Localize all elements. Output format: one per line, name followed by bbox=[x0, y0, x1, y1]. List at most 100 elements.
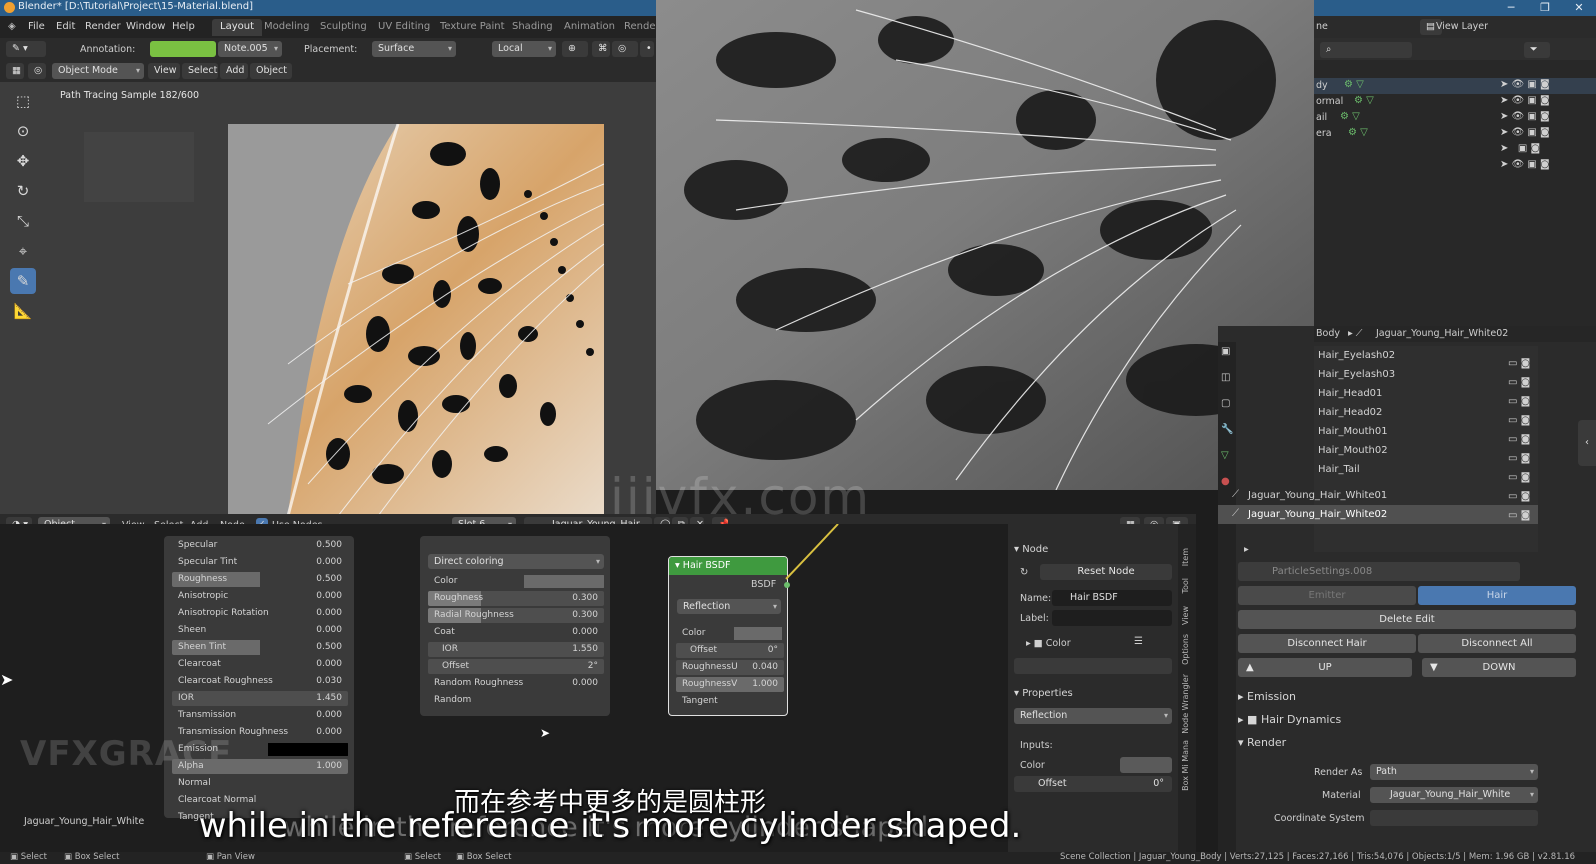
hair-dynamics-panel-header[interactable]: ▸ ■ Hair Dynamics bbox=[1238, 713, 1341, 726]
node-name-field[interactable]: Hair BSDF bbox=[1052, 590, 1172, 606]
orientation-dropdown[interactable]: Local bbox=[492, 41, 556, 57]
node-label-field[interactable] bbox=[1052, 610, 1172, 626]
list-item[interactable]: Hair_Tail bbox=[1318, 460, 1360, 479]
field-transmission-roughness[interactable]: Transmission Roughness 0.000 bbox=[172, 725, 348, 740]
reset-node-button[interactable]: Reset Node bbox=[1040, 564, 1172, 580]
tool-props-icon[interactable]: ▣ bbox=[1221, 346, 1230, 357]
outliner-row[interactable]: ➤ 👁 ▣ ◙ bbox=[1314, 158, 1596, 174]
viewport-toggle-icon[interactable]: ▭ ◙ bbox=[1508, 510, 1530, 521]
viewport-toggle-icon[interactable]: ▭ ◙ bbox=[1508, 472, 1530, 483]
delete-edit-button[interactable]: Delete Edit bbox=[1238, 610, 1576, 629]
field-transmission[interactable]: Transmission 0.000 bbox=[172, 708, 348, 723]
tab-uv-editing[interactable]: UV Editing bbox=[370, 19, 438, 36]
node-panel-header[interactable]: ▾ Node bbox=[1014, 544, 1048, 555]
tab-animation[interactable]: Animation bbox=[556, 19, 623, 36]
field-random[interactable]: Random bbox=[428, 693, 604, 708]
outliner-row[interactable]: ➤ ▣ ◙ bbox=[1314, 142, 1596, 158]
minimize-icon[interactable]: ─ bbox=[1494, 0, 1528, 16]
visibility-icons[interactable]: ➤ 👁 ▣ ◙ bbox=[1500, 111, 1550, 122]
field-specular[interactable]: Specular 0.500 bbox=[172, 538, 348, 553]
filter-icon[interactable]: ⏷ bbox=[1524, 42, 1550, 58]
list-item-selected[interactable]: ⟋ Jaguar_Young_Hair_White02 bbox=[1218, 505, 1538, 524]
down-button[interactable]: ▼ DOWN bbox=[1422, 658, 1576, 677]
view-object-types-icon[interactable]: ◎ bbox=[28, 63, 46, 79]
tab-layout[interactable]: Layout bbox=[212, 19, 262, 36]
viewport-toggle-icon[interactable]: ▭ ◙ bbox=[1508, 434, 1530, 445]
field-roughness[interactable]: Roughness 0.300 bbox=[428, 591, 604, 606]
annotate-icon[interactable]: ✎ bbox=[10, 268, 36, 294]
node-color-field[interactable] bbox=[1014, 658, 1172, 674]
field-radial-roughness[interactable]: Radial Roughness 0.300 bbox=[428, 608, 604, 623]
properties-panel-header[interactable]: ▾ Properties bbox=[1014, 688, 1073, 699]
scene-name[interactable]: ne bbox=[1316, 21, 1328, 32]
menu-help[interactable]: Help bbox=[172, 21, 195, 32]
visibility-icons[interactable]: ➤ 👁 ▣ ◙ bbox=[1500, 79, 1550, 90]
viewport-menu-object[interactable]: Object bbox=[250, 63, 292, 79]
menu-file[interactable]: File bbox=[28, 21, 45, 32]
blender-menu-icon[interactable]: ◈ bbox=[8, 21, 16, 32]
field-clearcoat[interactable]: Clearcoat 0.000 bbox=[172, 657, 348, 672]
render-panel-header[interactable]: ▾ Render bbox=[1238, 736, 1286, 749]
pivot-icon[interactable]: ⊕ bbox=[562, 41, 588, 57]
coordinate-system-field[interactable] bbox=[1370, 810, 1538, 826]
viewport-menu-view[interactable]: View bbox=[148, 63, 180, 79]
viewport-toggle-icon[interactable]: ▭ ◙ bbox=[1508, 415, 1530, 426]
viewport-menu-add[interactable]: Add bbox=[220, 63, 248, 79]
hair-type-button[interactable]: Hair bbox=[1418, 586, 1576, 605]
view-layer-name[interactable]: View Layer bbox=[1436, 21, 1488, 32]
list-expand-icon[interactable]: ▸ bbox=[1244, 544, 1249, 555]
proportional-icon[interactable]: ◎ bbox=[612, 41, 638, 57]
menu-window[interactable]: Window bbox=[126, 21, 165, 32]
field-ior[interactable]: IOR 1.450 bbox=[172, 691, 348, 706]
tab-texture-paint[interactable]: Texture Paint bbox=[432, 19, 513, 36]
hair-bsdf-header[interactable]: ▾ Hair BSDF bbox=[669, 557, 787, 575]
list-item[interactable]: Hair_Mouth02 bbox=[1318, 441, 1388, 460]
emitter-type-button[interactable]: Emitter bbox=[1238, 586, 1416, 605]
field-specular-tint[interactable]: Specular Tint 0.000 bbox=[172, 555, 348, 570]
note-layer-dropdown[interactable]: Note.005 bbox=[218, 41, 282, 57]
list-item[interactable]: Hair_Eyelash02 bbox=[1318, 346, 1395, 365]
outliner-row[interactable]: dy ⚙ ▽ ➤ 👁 ▣ ◙ bbox=[1314, 78, 1596, 94]
tab-options[interactable]: Options bbox=[1181, 634, 1190, 665]
field-ior[interactable]: IOR 1.550 bbox=[428, 642, 604, 657]
menu-edit[interactable]: Edit bbox=[56, 21, 75, 32]
color-swatch[interactable] bbox=[524, 575, 604, 588]
annotate-tool-icon[interactable]: ✎ ▾ bbox=[6, 41, 46, 57]
emission-panel-header[interactable]: ▸ Emission bbox=[1238, 690, 1296, 703]
field-anisotropic-rotation[interactable]: Anisotropic Rotation 0.000 bbox=[172, 606, 348, 621]
field-tangent[interactable]: Tangent bbox=[676, 694, 784, 709]
outliner-row[interactable]: ail ⚙ ▽ ➤ 👁 ▣ ◙ bbox=[1314, 110, 1596, 126]
list-item-row[interactable]: ⟋ Jaguar_Young_Hair_White01 bbox=[1218, 486, 1538, 505]
sidebar-toggle-icon[interactable]: ‹ bbox=[1578, 420, 1596, 466]
field-coat[interactable]: Coat 0.000 bbox=[428, 625, 604, 640]
modifier-props-icon[interactable]: 🔧 bbox=[1221, 424, 1233, 435]
viewport-toggle-icon[interactable]: ▭ ◙ bbox=[1508, 377, 1530, 388]
color-toggle[interactable]: ▸ ■ Color bbox=[1026, 638, 1071, 649]
field-sheen[interactable]: Sheen 0.000 bbox=[172, 623, 348, 638]
annotation-color-swatch[interactable] bbox=[150, 41, 216, 57]
transform-icon[interactable]: ⌖ bbox=[10, 238, 36, 264]
list-item[interactable]: Hair_Head01 bbox=[1318, 384, 1382, 403]
component-dropdown[interactable]: Reflection bbox=[1014, 708, 1172, 724]
menu-render[interactable]: Render bbox=[85, 21, 121, 32]
color-swatch[interactable] bbox=[734, 627, 782, 640]
outliner-row[interactable]: era ⚙ ▽ ➤ 👁 ▣ ◙ bbox=[1314, 126, 1596, 142]
material-dropdown[interactable]: Jaguar_Young_Hair_White bbox=[1370, 787, 1538, 803]
tab-view[interactable]: View bbox=[1181, 606, 1190, 625]
snap-icon[interactable]: ⌘ bbox=[592, 41, 610, 57]
object-mode-dropdown[interactable]: Object Mode bbox=[52, 63, 144, 79]
outliner-row[interactable]: ormal ⚙ ▽ ➤ 👁 ▣ ◙ bbox=[1314, 94, 1596, 110]
particles-props-icon[interactable]: ▽ bbox=[1221, 450, 1229, 461]
viewport-menu-select[interactable]: Select bbox=[182, 63, 218, 79]
object-props-icon[interactable]: ▢ bbox=[1221, 398, 1230, 409]
field-offset[interactable]: Offset 2° bbox=[428, 659, 604, 674]
parametrization-dropdown[interactable]: Direct coloring bbox=[428, 554, 604, 569]
placement-dropdown[interactable]: Surface bbox=[372, 41, 456, 57]
visibility-icons[interactable]: ➤ 👁 ▣ ◙ bbox=[1500, 159, 1550, 170]
visibility-icons[interactable]: ➤ 👁 ▣ ◙ bbox=[1500, 95, 1550, 106]
list-item[interactable]: Hair_Head02 bbox=[1318, 403, 1382, 422]
field-anisotropic[interactable]: Anisotropic 0.000 bbox=[172, 589, 348, 604]
disconnect-all-button[interactable]: Disconnect All bbox=[1418, 634, 1576, 653]
disconnect-hair-button[interactable]: Disconnect Hair bbox=[1238, 634, 1416, 653]
scale-icon[interactable]: ⤡ bbox=[10, 208, 36, 234]
